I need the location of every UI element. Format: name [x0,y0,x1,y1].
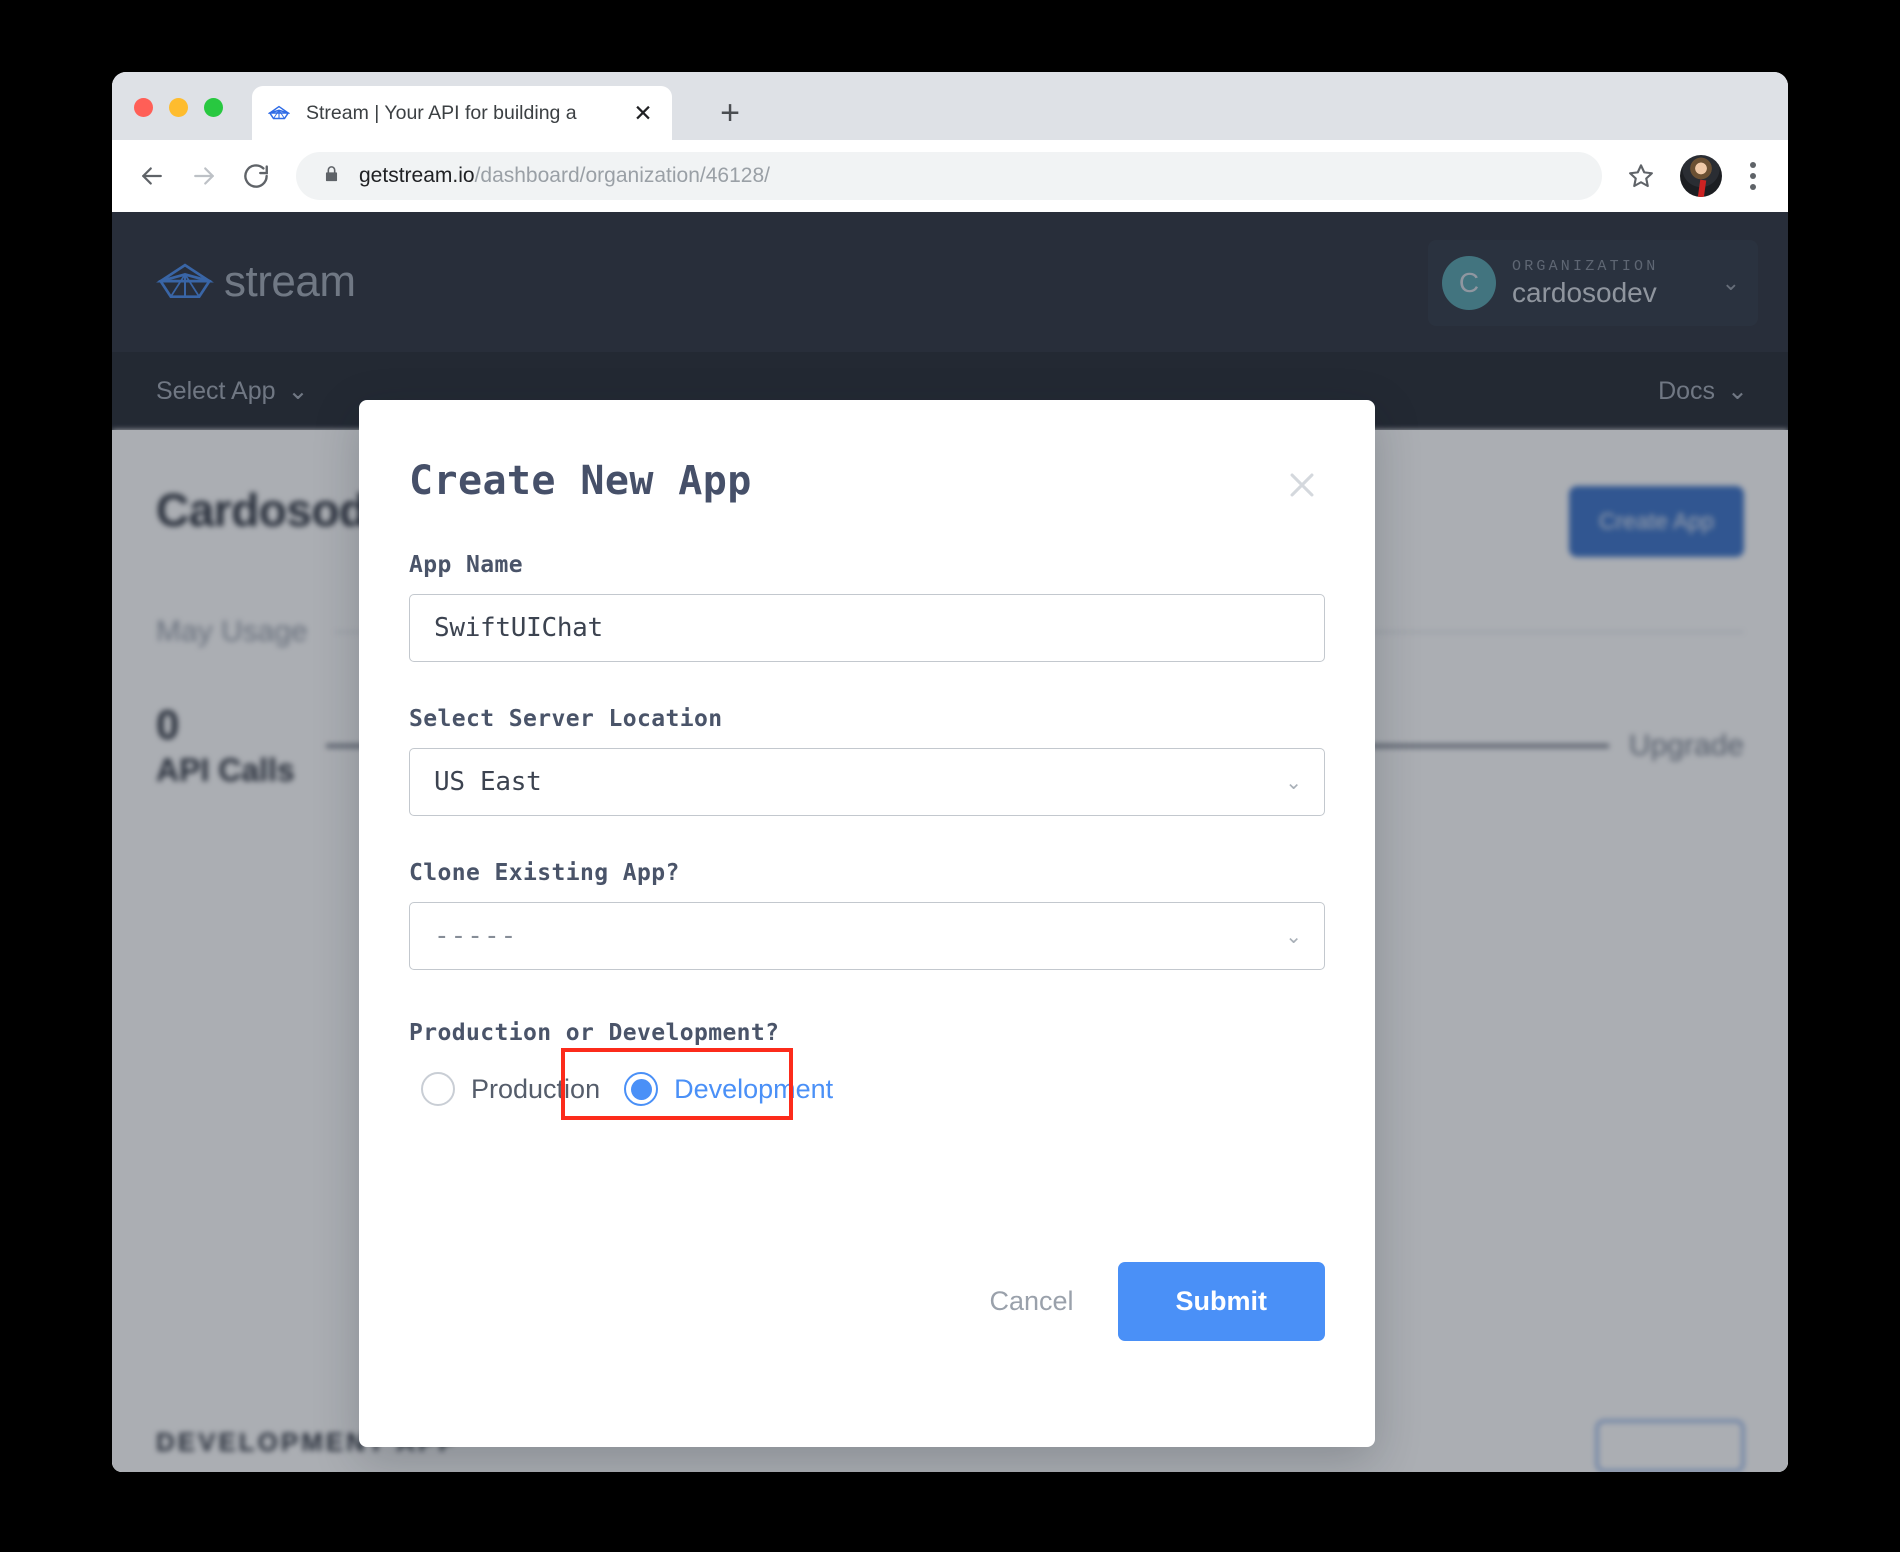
star-icon[interactable] [1616,151,1666,201]
clone-app-select[interactable]: ----- ⌄ [409,902,1325,970]
maximize-window-button[interactable] [204,98,223,117]
environment-label: Production or Development? [409,1020,780,1046]
environment-field-group: Production or Development? Production De… [409,1020,1325,1120]
reload-icon[interactable] [230,150,282,202]
radio-icon [421,1072,455,1106]
lock-icon [322,163,341,190]
close-icon[interactable] [1279,462,1325,508]
close-window-button[interactable] [134,98,153,117]
minimize-window-button[interactable] [169,98,188,117]
app-name-field-group: App Name SwiftUIChat [409,552,1325,662]
radio-label-development: Development [674,1073,834,1104]
server-location-field-group: Select Server Location US East ⌄ [409,706,1325,816]
avatar[interactable] [1680,155,1722,197]
modal-actions: Cancel Submit [981,1262,1325,1341]
create-new-app-modal: Create New App App Name SwiftUIChat Sele… [359,400,1375,1447]
browser-tab-strip: Stream | Your API for building a ✕ + [112,72,1788,140]
radio-option-production[interactable]: Production [409,1062,612,1116]
url-text: getstream.io/dashboard/organization/4612… [359,164,770,188]
environment-radio-group: Production Development [409,1048,1325,1120]
modal-header: Create New App [409,458,1325,508]
browser-tab[interactable]: Stream | Your API for building a ✕ [252,86,672,140]
url-bar[interactable]: getstream.io/dashboard/organization/4612… [296,152,1602,200]
cancel-button[interactable]: Cancel [981,1276,1081,1327]
radio-icon-selected [624,1072,659,1106]
three-dot-menu-icon[interactable] [1736,152,1770,200]
arrow-left-icon[interactable] [126,150,178,202]
stream-boat-icon [268,105,290,120]
clone-app-field-group: Clone Existing App? ----- ⌄ [409,860,1325,970]
page-viewport: stream C ORGANIZATION cardosodev ⌄ Selec… [112,212,1788,1472]
radio-label-production: Production [471,1073,601,1104]
submit-button[interactable]: Submit [1117,1262,1325,1341]
plus-icon[interactable]: + [707,90,753,136]
server-location-value: US East [434,767,542,797]
url-domain: getstream.io [359,164,475,187]
arrow-right-icon[interactable] [178,150,230,202]
browser-tab-title: Stream | Your API for building a [306,101,577,124]
modal-title: Create New App [409,458,752,504]
clone-app-value: ----- [434,921,518,951]
app-name-label: App Name [409,552,523,578]
app-name-input[interactable]: SwiftUIChat [409,594,1325,662]
radio-option-development[interactable]: Development [612,1062,845,1116]
app-name-value: SwiftUIChat [434,613,603,643]
browser-toolbar: getstream.io/dashboard/organization/4612… [112,140,1788,212]
chevron-down-icon: ⌄ [1285,771,1302,794]
close-icon[interactable]: ✕ [630,100,656,126]
browser-window: Stream | Your API for building a ✕ + get… [112,72,1788,1472]
url-path: /dashboard/organization/46128/ [474,164,770,187]
server-location-select[interactable]: US East ⌄ [409,748,1325,816]
chevron-down-icon: ⌄ [1285,925,1302,948]
window-traffic-lights [134,98,223,117]
server-location-label: Select Server Location [409,706,723,732]
clone-app-label: Clone Existing App? [409,860,680,886]
